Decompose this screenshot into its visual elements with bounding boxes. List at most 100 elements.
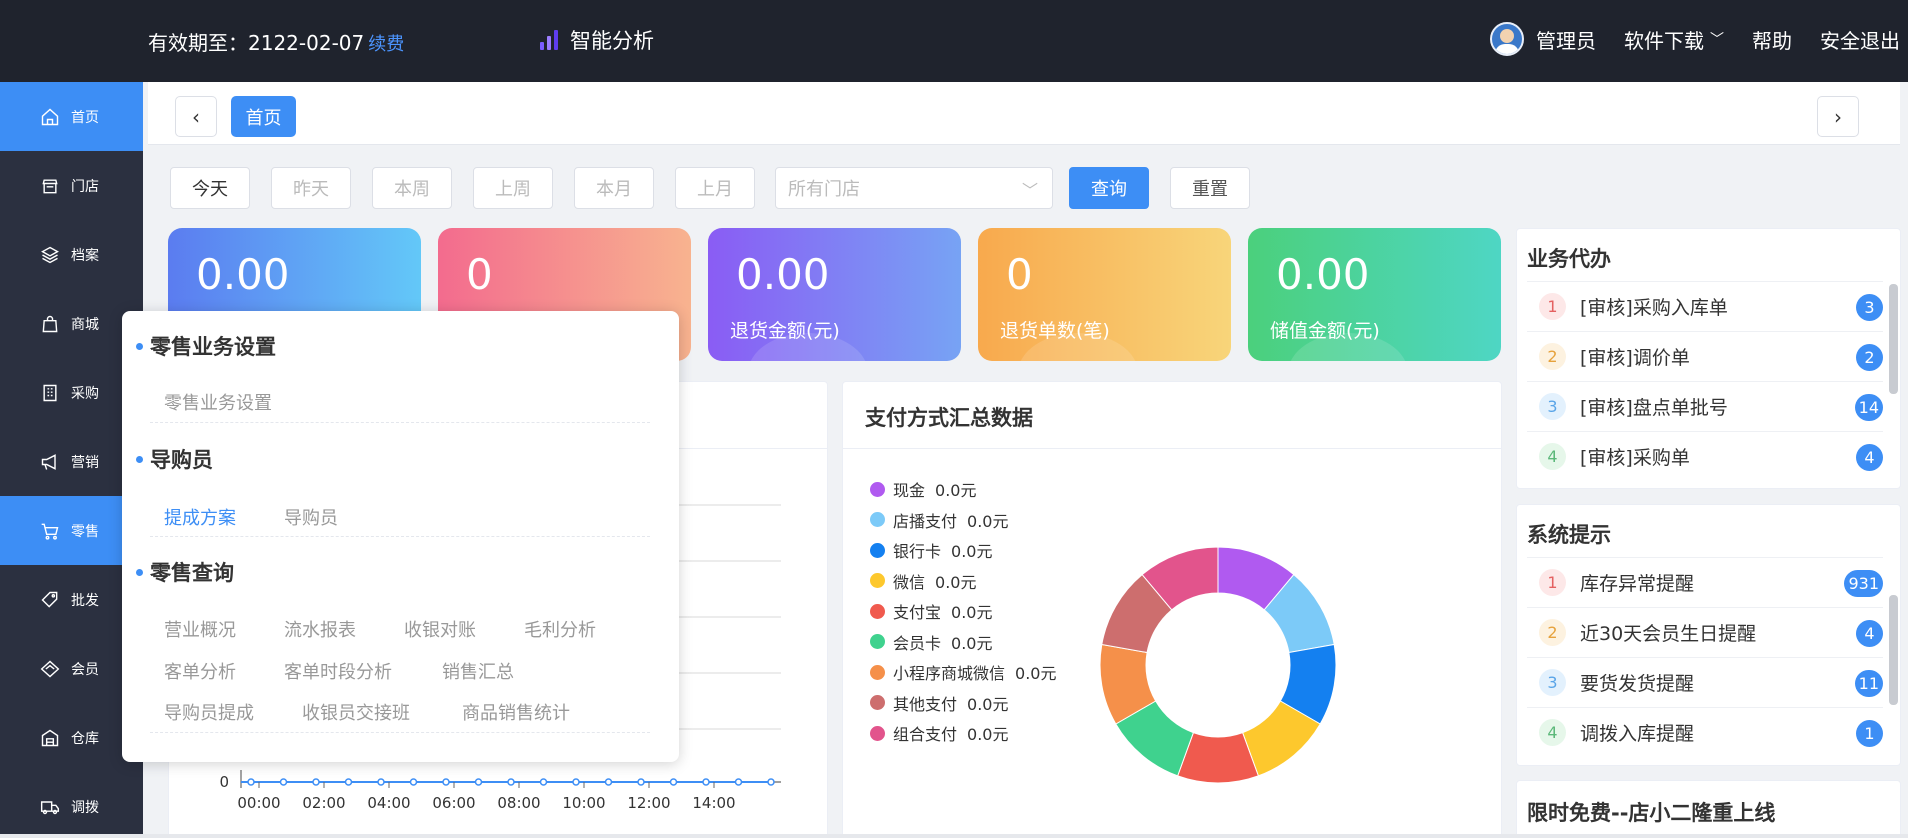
data-point[interactable]	[474, 778, 483, 786]
count-badge: 4	[1856, 444, 1883, 471]
list-item[interactable]: 4 [审核]采购单 4	[1527, 431, 1883, 481]
legend-item[interactable]: 其他支付 0.0元	[870, 688, 1056, 719]
data-point[interactable]	[767, 778, 775, 786]
legend-item[interactable]: 现金 0.0元	[870, 474, 1056, 505]
store-select[interactable]: 所有门店 ﹀	[775, 167, 1053, 209]
download-label: 软件下载	[1624, 28, 1704, 53]
menu-link[interactable]: 商品销售统计	[462, 699, 570, 725]
sidebar-item-label: 调拨	[71, 799, 99, 816]
legend-item[interactable]: 银行卡 0.0元	[870, 535, 1056, 566]
sidebar-item-label: 采购	[71, 385, 99, 402]
data-point[interactable]	[247, 778, 255, 786]
menu-link[interactable]: 收银员交接班	[302, 699, 410, 725]
data-point[interactable]	[377, 778, 385, 786]
legend-item[interactable]: 微信 0.0元	[870, 566, 1056, 597]
menu-link[interactable]: 营业概况	[164, 616, 236, 642]
filter-this-month-button[interactable]: 本月	[574, 167, 654, 209]
count-badge: 14	[1854, 394, 1883, 421]
menu-link[interactable]: 毛利分析	[524, 616, 596, 642]
item-index: 1	[1539, 293, 1566, 320]
list-item[interactable]: 3 要货发货提醒 11	[1527, 657, 1883, 707]
sidebar-item-archive[interactable]: 档案	[0, 220, 143, 289]
legend-item[interactable]: 小程序商城微信 0.0元	[870, 657, 1056, 688]
data-point[interactable]	[312, 778, 320, 786]
legend-item[interactable]: 会员卡 0.0元	[870, 627, 1056, 658]
data-point[interactable]	[279, 778, 288, 786]
admin-menu[interactable]: 管理员	[1490, 22, 1596, 56]
menu-link[interactable]: 客单分析	[164, 658, 236, 684]
menu-link[interactable]: 导购员	[284, 504, 338, 530]
list-item[interactable]: 3 [审核]盘点单批号 14	[1527, 381, 1883, 431]
filter-this-week-button[interactable]: 本周	[372, 167, 452, 209]
chevron-down-icon: ﹀	[1710, 32, 1724, 48]
data-point[interactable]	[669, 778, 678, 786]
tab-bar: ‹ 首页 ›	[148, 82, 1900, 145]
list-item[interactable]: 2 [审核]调价单 2	[1527, 331, 1883, 381]
menu-link[interactable]: 提成方案	[164, 504, 236, 530]
tab-home[interactable]: 首页	[231, 96, 296, 137]
data-point[interactable]	[702, 778, 710, 786]
panel-title: 系统提示	[1527, 523, 1611, 547]
top-right-menu: 管理员 软件下载 ﹀ 帮助 安全退出	[1462, 22, 1900, 56]
filter-last-week-button[interactable]: 上周	[473, 167, 553, 209]
sidebar-item-label: 商城	[71, 316, 99, 333]
item-index: 3	[1539, 393, 1566, 420]
data-point[interactable]	[507, 778, 515, 786]
data-point[interactable]	[344, 778, 353, 786]
data-point[interactable]	[637, 778, 645, 786]
legend-value: 0.0元	[951, 542, 993, 562]
tab-scroll-right-button[interactable]: ›	[1817, 96, 1859, 137]
section-title: 零售业务设置	[136, 331, 276, 361]
download-menu[interactable]: 软件下载 ﹀	[1624, 25, 1724, 54]
help-link[interactable]: 帮助	[1752, 25, 1792, 54]
legend-item[interactable]: 店播支付 0.0元	[870, 505, 1056, 536]
data-point[interactable]	[442, 778, 450, 786]
sidebar-item-home[interactable]: 首页	[0, 82, 143, 151]
sidebar-item-label: 首页	[71, 109, 99, 126]
legend-dot	[870, 725, 885, 741]
promo-title[interactable]: 限时免费--店小二隆重上线	[1527, 797, 1775, 827]
megaphone-icon	[41, 453, 56, 470]
menu-link[interactable]: 销售汇总	[442, 658, 514, 684]
filter-today-button[interactable]: 今天	[170, 167, 250, 209]
todo-list: 1 [审核]采购入库单 3 2 [审核]调价单 2 3 [审核]盘点单批号 14 4 [审核]…	[1517, 281, 1883, 481]
x-tick-label: 06:00	[432, 794, 475, 812]
admin-label: 管理员	[1536, 28, 1596, 53]
menu-link[interactable]: 客单时段分析	[284, 658, 392, 684]
menu-link[interactable]: 收银对账	[404, 616, 476, 642]
legend-item[interactable]: 支付宝 0.0元	[870, 596, 1056, 627]
window-bottom-edge	[0, 834, 1908, 838]
todo-scrollbar[interactable]	[1889, 284, 1898, 394]
menu-link[interactable]: 零售业务设置	[164, 389, 272, 415]
filter-yesterday-button[interactable]: 昨天	[271, 167, 351, 209]
data-point[interactable]	[539, 778, 548, 786]
stat-value: 0	[1006, 250, 1033, 299]
item-text: [审核]采购入库单	[1580, 297, 1728, 319]
legend-dot	[870, 573, 885, 589]
menu-link[interactable]: 导购员提成	[164, 699, 254, 725]
retail-flyout-menu: 零售业务设置 零售业务设置 导购员 提成方案 导购员 零售查询 营业概况 流水报…	[122, 311, 679, 762]
list-item[interactable]: 2 近30天会员生日提醒 4	[1527, 607, 1883, 657]
smart-analysis-link[interactable]: 智能分析	[540, 25, 654, 55]
data-point[interactable]	[734, 778, 743, 786]
menu-link[interactable]: 流水报表	[284, 616, 356, 642]
tips-scrollbar[interactable]	[1889, 595, 1898, 705]
list-item[interactable]: 1 [审核]采购入库单 3	[1527, 281, 1883, 331]
list-item[interactable]: 4 调拨入库提醒 1	[1527, 707, 1883, 757]
list-item[interactable]: 1 库存异常提醒 931	[1527, 557, 1883, 607]
x-tick-label: 02:00	[302, 794, 345, 812]
item-text: [审核]采购单	[1580, 447, 1690, 469]
logout-link[interactable]: 安全退出	[1820, 25, 1900, 54]
tab-scroll-left-button[interactable]: ‹	[175, 96, 217, 137]
renew-link[interactable]: 续费	[368, 34, 404, 55]
sidebar-item-store[interactable]: 门店	[0, 151, 143, 220]
legend-dot	[870, 512, 885, 528]
legend-item[interactable]: 组合支付 0.0元	[870, 718, 1056, 749]
sidebar-item-transfer[interactable]: 调拨	[0, 772, 143, 838]
data-point[interactable]	[409, 778, 418, 786]
data-point[interactable]	[572, 778, 580, 786]
reset-button[interactable]: 重置	[1170, 167, 1250, 209]
data-point[interactable]	[604, 778, 613, 786]
filter-last-month-button[interactable]: 上月	[675, 167, 755, 209]
query-button[interactable]: 查询	[1069, 167, 1149, 209]
